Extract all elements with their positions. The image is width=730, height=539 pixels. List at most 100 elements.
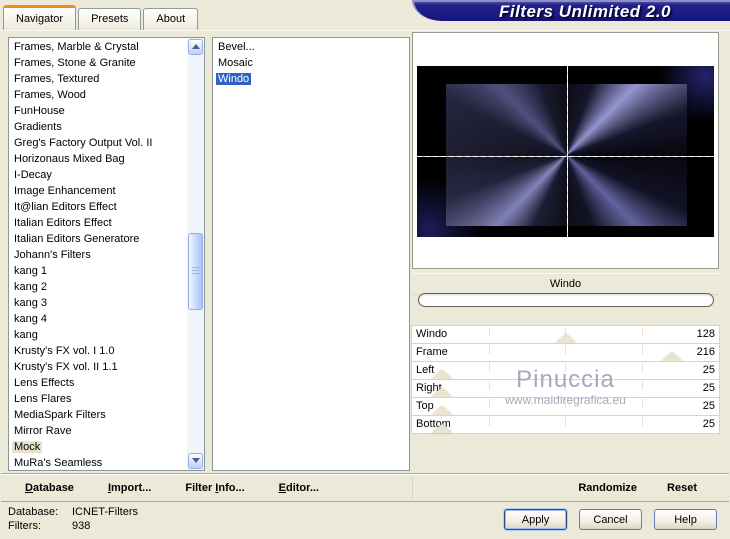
- category-item[interactable]: Lens Flares: [9, 391, 187, 407]
- tab-navigator[interactable]: Navigator: [3, 5, 77, 31]
- category-item[interactable]: kang 3: [9, 295, 187, 311]
- status-filters-row: Filters: 938: [8, 519, 138, 533]
- category-item[interactable]: FunHouse: [9, 103, 187, 119]
- crosshair-horizontal: [417, 156, 714, 157]
- tab-presets[interactable]: Presets: [78, 8, 142, 31]
- category-item-label: Mock: [12, 441, 43, 453]
- filter-list: Bevel... Mosaic Windo: [213, 39, 409, 87]
- tab-bar: Navigator Presets About: [3, 4, 200, 31]
- category-item-label: Italian Editors Effect: [14, 217, 112, 229]
- category-item-label: MuRa's Seamless: [14, 457, 103, 469]
- help-button[interactable]: Help: [654, 509, 717, 530]
- slider-thumb[interactable]: [432, 406, 453, 415]
- slider-row-frame[interactable]: Frame 216: [412, 344, 719, 361]
- slider-row-bottom[interactable]: Bottom 25: [412, 416, 719, 433]
- category-item[interactable]: Lens Effects: [9, 375, 187, 391]
- category-item[interactable]: Image Enhancement: [9, 183, 187, 199]
- category-item[interactable]: kang: [9, 327, 187, 343]
- category-item[interactable]: MediaSpark Filters: [9, 407, 187, 423]
- filter-item-label: Mosaic: [218, 57, 253, 69]
- category-item[interactable]: Johann's Filters: [9, 247, 187, 263]
- category-item[interactable]: Italian Editors Generatore: [9, 231, 187, 247]
- category-list: Frames, Marble & Crystal Frames, Stone & …: [9, 39, 187, 470]
- category-item-label: Frames, Stone & Granite: [14, 57, 136, 69]
- slider-row-right[interactable]: Right 25: [412, 380, 719, 397]
- reset-button[interactable]: Reset: [667, 482, 697, 494]
- scroll-down-button[interactable]: [188, 453, 203, 469]
- category-item[interactable]: It@lian Editors Effect: [9, 199, 187, 215]
- category-item[interactable]: Italian Editors Effect: [9, 215, 187, 231]
- scroll-up-button[interactable]: [188, 39, 203, 55]
- footer-toolbar: Database Import... Filter Info... Editor…: [1, 473, 729, 501]
- status-lines: Database: ICNET-Filters Filters: 938: [8, 505, 138, 533]
- database-button[interactable]: Database: [25, 482, 74, 494]
- category-item-label: kang 4: [14, 313, 48, 325]
- status-database-row: Database: ICNET-Filters: [8, 505, 138, 519]
- category-item[interactable]: kang 2: [9, 279, 187, 295]
- slider-value: 25: [702, 364, 715, 376]
- database-value: ICNET-Filters: [72, 506, 138, 518]
- slider-row-windo[interactable]: Windo 128: [412, 326, 719, 343]
- filters-unlimited-window: Filters Unlimited 2.0 Navigator Presets …: [0, 0, 730, 539]
- category-item[interactable]: Frames, Textured: [9, 71, 187, 87]
- footer-right-buttons: Randomize Reset: [578, 482, 697, 494]
- slider-label: Windo: [416, 328, 448, 340]
- slider-row-top[interactable]: Top 25: [412, 398, 719, 415]
- dialog-buttons: Apply Cancel Help: [504, 509, 717, 530]
- category-item[interactable]: kang 1: [9, 263, 187, 279]
- slider-thumb[interactable]: [662, 352, 683, 361]
- category-item-label: Frames, Wood: [14, 89, 86, 101]
- category-item-label: Krusty's FX vol. II 1.1: [14, 361, 118, 373]
- chevron-up-icon: [191, 44, 200, 49]
- filter-item[interactable]: Mosaic: [213, 55, 409, 71]
- slider-thumb[interactable]: [432, 388, 453, 397]
- category-item[interactable]: Frames, Marble & Crystal: [9, 39, 187, 55]
- category-item-label: Lens Flares: [14, 393, 72, 405]
- preview-canvas: [412, 32, 719, 269]
- apply-button[interactable]: Apply: [504, 509, 567, 530]
- category-item-label: Image Enhancement: [14, 185, 116, 197]
- editor-button[interactable]: Editor...: [279, 482, 319, 494]
- tab-about[interactable]: About: [143, 8, 199, 31]
- filters-label: Filters:: [8, 520, 41, 532]
- filter-info-button[interactable]: Filter Info...: [185, 482, 244, 494]
- progress-bar: [418, 293, 714, 307]
- category-item[interactable]: Gradients: [9, 119, 187, 135]
- category-item-label: Lens Effects: [14, 377, 75, 389]
- scrollbar-thumb[interactable]: [188, 233, 203, 310]
- category-item[interactable]: Krusty's FX vol. I 1.0: [9, 343, 187, 359]
- title-banner: Filters Unlimited 2.0: [412, 0, 730, 21]
- category-item[interactable]: kang 4: [9, 311, 187, 327]
- slider-thumb[interactable]: [432, 424, 453, 433]
- randomize-button[interactable]: Randomize: [578, 482, 637, 494]
- category-item[interactable]: Krusty's FX vol. II 1.1: [9, 359, 187, 375]
- status-bar: Database: ICNET-Filters Filters: 938 Apply…: [0, 500, 730, 539]
- navigator-panel: Frames, Marble & Crystal Frames, Stone & …: [0, 30, 730, 500]
- slider-thumb[interactable]: [556, 334, 577, 343]
- category-item[interactable]: Mirror Rave: [9, 423, 187, 439]
- category-item[interactable]: I-Decay: [9, 167, 187, 183]
- import-button[interactable]: Import...: [108, 482, 151, 494]
- category-item-label: kang 1: [14, 265, 48, 277]
- category-scrollbar[interactable]: [187, 38, 204, 470]
- category-item[interactable]: MuRa's Seamless: [9, 455, 187, 470]
- slider-thumb[interactable]: [432, 370, 453, 379]
- filter-item[interactable]: Windo: [213, 71, 409, 87]
- category-item[interactable]: Frames, Wood: [9, 87, 187, 103]
- category-item-label: Horizonaus Mixed Bag: [14, 153, 125, 165]
- slider-row-left[interactable]: Left 25: [412, 362, 719, 379]
- category-item-label: Mirror Rave: [14, 425, 72, 437]
- preview-filter-name: Windo: [412, 273, 719, 295]
- database-label: Database:: [8, 506, 59, 518]
- filter-item[interactable]: Bevel...: [213, 39, 409, 55]
- preview-image[interactable]: [417, 66, 714, 237]
- slider-label: Top: [416, 400, 434, 412]
- category-item[interactable]: Greg's Factory Output Vol. II: [9, 135, 187, 151]
- category-item-label: kang 2: [14, 281, 48, 293]
- cancel-button[interactable]: Cancel: [579, 509, 642, 530]
- category-item-label: It@lian Editors Effect: [14, 201, 117, 213]
- category-item[interactable]: Frames, Stone & Granite: [9, 55, 187, 71]
- category-item[interactable]: Horizonaus Mixed Bag: [9, 151, 187, 167]
- category-item[interactable]: Mock: [9, 439, 187, 455]
- preview-panel: Windo Windo 128 Frame 216 Left 25 Right 25 Top 25…: [412, 31, 730, 501]
